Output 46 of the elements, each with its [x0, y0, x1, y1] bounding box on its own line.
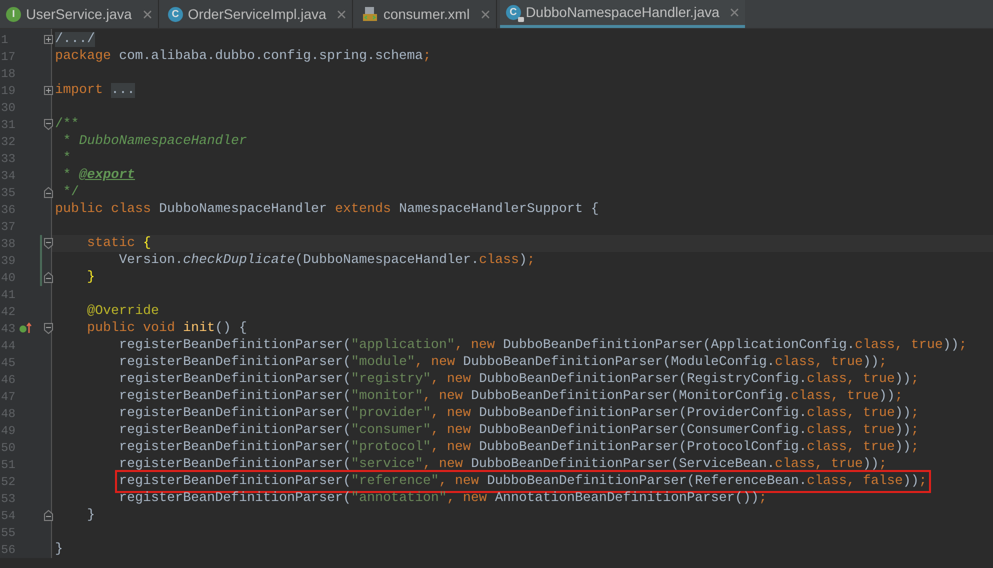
close-icon[interactable] [142, 10, 152, 18]
code-line: registerBeanDefinitionParser("service", new DubboBeanDefinitionParser(ServiceBean.class, true)); [119, 456, 887, 473]
code-line: static { [87, 235, 151, 252]
xml-file-icon [362, 6, 378, 22]
close-icon[interactable] [730, 8, 740, 17]
expand-icon[interactable] [44, 34, 53, 45]
code-line: registerBeanDefinitionParser("consumer", new DubboBeanDefinitionParser(ConsumerConfig.class, true)); [119, 422, 919, 439]
code-line: registerBeanDefinitionParser("provider", new DubboBeanDefinitionParser(ProviderConfig.class, true)); [119, 405, 919, 422]
collapse-icon[interactable] [44, 510, 53, 521]
collapse-icon[interactable] [44, 272, 53, 283]
code-line: } [87, 269, 95, 286]
editor-tab[interactable]: C DubboNamespaceHandler.java [500, 0, 746, 28]
collapse-icon[interactable] [44, 238, 53, 249]
implements-method-icon[interactable] [19, 322, 33, 334]
code-line: public class DubboNamespaceHandler extends NamespaceHandlerSupport { [55, 201, 599, 218]
code-line: package com.alibaba.dubbo.config.spring.schema; [55, 48, 431, 65]
class-icon: C [168, 6, 183, 22]
collapse-icon[interactable] [44, 119, 53, 130]
expand-icon[interactable] [44, 85, 53, 96]
code-line: registerBeanDefinitionParser("registry", new DubboBeanDefinitionParser(RegistryConfig.class, true)); [119, 371, 919, 388]
code-line: */ [63, 184, 79, 201]
code-line: public void init() { [87, 320, 247, 337]
collapse-icon[interactable] [44, 323, 53, 334]
change-marker[interactable] [40, 235, 42, 252]
code-line: registerBeanDefinitionParser("protocol", new DubboBeanDefinitionParser(ProtocolConfig.class, true)); [119, 439, 919, 456]
change-marker[interactable] [40, 269, 42, 286]
code-line: registerBeanDefinitionParser("reference", new DubboBeanDefinitionParser(ReferenceBean.class, false)); [118, 473, 928, 490]
close-icon[interactable] [337, 10, 346, 18]
code-line: registerBeanDefinitionParser("application", new DubboBeanDefinitionParser(ApplicationConfig.class, true)); [119, 337, 967, 354]
code-line: * @export [63, 167, 135, 184]
code-line: } [55, 541, 63, 558]
code-line: } [87, 507, 95, 524]
class-icon: C [506, 5, 521, 20]
code-line: * DubboNamespaceHandler [63, 133, 247, 150]
code-line: registerBeanDefinitionParser("module", new DubboBeanDefinitionParser(ModuleConfig.class, true)); [119, 354, 887, 371]
close-icon[interactable] [480, 10, 490, 18]
change-marker[interactable] [40, 252, 42, 269]
collapse-icon[interactable] [44, 187, 53, 198]
interface-icon: I [6, 6, 21, 22]
code-line: registerBeanDefinitionParser("monitor", new DubboBeanDefinitionParser(MonitorConfig.class, true)); [119, 388, 903, 405]
code-line: import ... [55, 82, 135, 99]
code-line: * [63, 150, 71, 167]
code-line: Version.checkDuplicate(DubboNamespaceHandler.class); [119, 252, 535, 269]
code-line: registerBeanDefinitionParser("annotation", new AnnotationBeanDefinitionParser()); [119, 490, 767, 507]
code-line: /** [55, 116, 79, 133]
code-line: @Override [87, 303, 159, 320]
